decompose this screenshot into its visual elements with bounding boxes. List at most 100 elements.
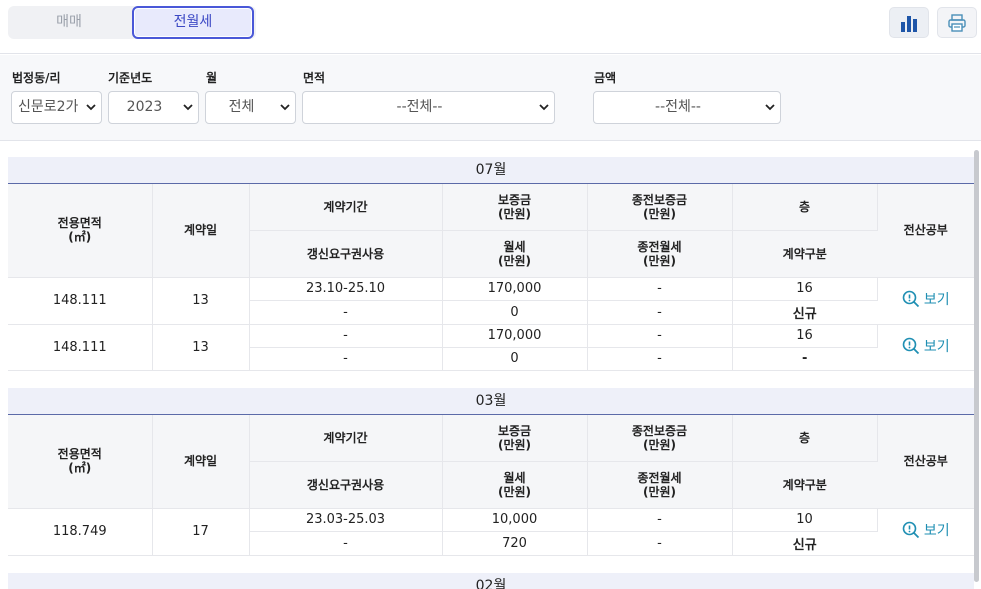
view-button[interactable]: 보기 xyxy=(902,336,950,356)
chevron-down-icon xyxy=(539,104,549,111)
bar-chart-icon xyxy=(901,15,917,32)
cell-contract-type: 신규 xyxy=(732,531,877,556)
cell-day: 17 xyxy=(152,508,250,556)
month-header: 07월 xyxy=(8,157,974,184)
header-prev-monthly: 종전월세 (만원) xyxy=(587,461,733,509)
table-row: 118.749 17 23.03-25.03 10,000 - 10 보기 xyxy=(8,508,974,556)
search-info-icon xyxy=(902,521,919,539)
cell-period: 23.03-25.03 xyxy=(249,508,443,532)
cell-contract-type: - xyxy=(732,347,877,371)
header-floor: 층 xyxy=(732,184,878,231)
cell-deposit: 10,000 xyxy=(442,508,588,532)
header-renewal: 갱신요구권사용 xyxy=(249,461,443,509)
area-select-value: --전체-- xyxy=(396,99,443,115)
header-prev-deposit: 종전보증금 (만원) xyxy=(587,415,733,462)
cell-renewal: - xyxy=(249,300,443,325)
chevron-down-icon xyxy=(86,104,96,111)
view-button[interactable]: 보기 xyxy=(902,289,950,309)
search-info-icon xyxy=(902,337,919,354)
view-label: 보기 xyxy=(923,338,950,355)
header-deposit: 보증금 (만원) xyxy=(442,184,588,231)
cell-deposit: 170,000 xyxy=(442,324,588,348)
chart-button[interactable] xyxy=(889,7,929,38)
dong-label: 법정동/리 xyxy=(12,71,61,85)
page: 매매 전월세 법정동/리 기준년도 월 면적 금액 신문로2가 2023 전체 … xyxy=(0,0,981,589)
cell-monthly: 0 xyxy=(442,347,588,371)
cell-registry: 보기 xyxy=(877,277,974,325)
tab-rent[interactable]: 전월세 xyxy=(132,6,254,39)
cell-floor: 16 xyxy=(732,277,878,301)
area-select[interactable]: --전체-- xyxy=(302,91,555,124)
chevron-down-icon xyxy=(280,104,290,111)
header-contract-day: 계약일 xyxy=(152,415,250,509)
year-select[interactable]: 2023 xyxy=(108,91,199,124)
header-prev-deposit: 종전보증금 (만원) xyxy=(587,184,733,231)
top-bar: 매매 전월세 xyxy=(0,0,981,54)
tab-sale[interactable]: 매매 xyxy=(8,6,130,39)
cell-floor: 10 xyxy=(732,508,878,532)
cell-floor: 16 xyxy=(732,324,878,348)
cell-day: 13 xyxy=(152,324,250,371)
view-button[interactable]: 보기 xyxy=(902,520,950,540)
print-button[interactable] xyxy=(937,7,977,38)
header-contract-type: 계약구분 xyxy=(732,230,877,278)
view-label: 보기 xyxy=(923,523,950,539)
transaction-table: 전용면적 (㎡) 계약일 계약기간 보증금 (만원) 종전보증금 (만원) 층 … xyxy=(8,415,974,556)
cell-deposit: 170,000 xyxy=(442,277,588,301)
cell-period: - xyxy=(249,324,443,348)
table-row: 148.111 13 - 170,000 - 16 보기 xyxy=(8,324,974,371)
cell-day: 13 xyxy=(152,277,250,325)
cell-prev-deposit: - xyxy=(587,324,733,348)
area-label: 면적 xyxy=(303,71,326,85)
header-monthly: 월세 (만원) xyxy=(442,461,588,509)
header-registry: 전산공부 xyxy=(877,184,974,278)
cell-area: 148.111 xyxy=(8,324,153,371)
month-label: 월 xyxy=(206,71,218,85)
chevron-down-icon xyxy=(183,104,193,111)
chevron-down-icon xyxy=(765,104,775,111)
table-row: 148.111 13 23.10-25.10 170,000 - 16 보기 xyxy=(8,277,974,325)
print-icon xyxy=(948,13,966,32)
header-prev-monthly: 종전월세 (만원) xyxy=(587,230,733,278)
header-period: 계약기간 xyxy=(249,415,443,462)
cell-prev-deposit: - xyxy=(587,277,733,301)
filter-panel: 법정동/리 기준년도 월 면적 금액 신문로2가 2023 전체 --전체-- … xyxy=(0,55,981,141)
header-area: 전용면적 (㎡) xyxy=(8,415,153,509)
cell-prev-monthly: - xyxy=(587,300,733,325)
month-header: 02월 xyxy=(8,573,974,589)
month-select[interactable]: 전체 xyxy=(205,91,296,124)
cell-area: 118.749 xyxy=(8,508,153,556)
month-select-value: 전체 xyxy=(228,99,255,115)
cell-prev-monthly: - xyxy=(587,531,733,556)
header-deposit: 보증금 (만원) xyxy=(442,415,588,462)
header-contract-type: 계약구분 xyxy=(732,461,877,509)
cell-registry: 보기 xyxy=(877,324,974,371)
cell-registry: 보기 xyxy=(877,508,974,556)
header-monthly: 월세 (만원) xyxy=(442,230,588,278)
price-select-value: --전체-- xyxy=(655,99,701,115)
header-renewal: 갱신요구권사용 xyxy=(249,230,443,278)
scrollbar[interactable] xyxy=(974,150,979,582)
header-area: 전용면적 (㎡) xyxy=(8,184,153,278)
cell-monthly: 720 xyxy=(442,531,588,556)
transaction-table: 전용면적 (㎡) 계약일 계약기간 보증금 (만원) 종전보증금 (만원) 층 … xyxy=(8,184,974,371)
view-label: 보기 xyxy=(923,292,950,308)
cell-period: 23.10-25.10 xyxy=(249,277,443,301)
cell-monthly: 0 xyxy=(442,300,588,325)
year-select-value: 2023 xyxy=(126,99,163,115)
header-floor: 층 xyxy=(732,415,878,462)
cell-renewal: - xyxy=(249,531,443,556)
year-label: 기준년도 xyxy=(108,71,153,85)
cell-renewal: - xyxy=(249,347,443,371)
search-info-icon xyxy=(902,290,919,308)
header-registry: 전산공부 xyxy=(877,415,974,509)
month-header: 03월 xyxy=(8,388,974,415)
price-select[interactable]: --전체-- xyxy=(593,91,781,124)
cell-prev-monthly: - xyxy=(587,347,733,371)
dong-select[interactable]: 신문로2가 xyxy=(11,91,102,124)
header-period: 계약기간 xyxy=(249,184,443,231)
cell-contract-type: 신규 xyxy=(732,300,877,325)
cell-prev-deposit: - xyxy=(587,508,733,532)
dong-select-value: 신문로2가 xyxy=(18,99,79,115)
deal-type-tabs: 매매 전월세 xyxy=(8,6,256,39)
